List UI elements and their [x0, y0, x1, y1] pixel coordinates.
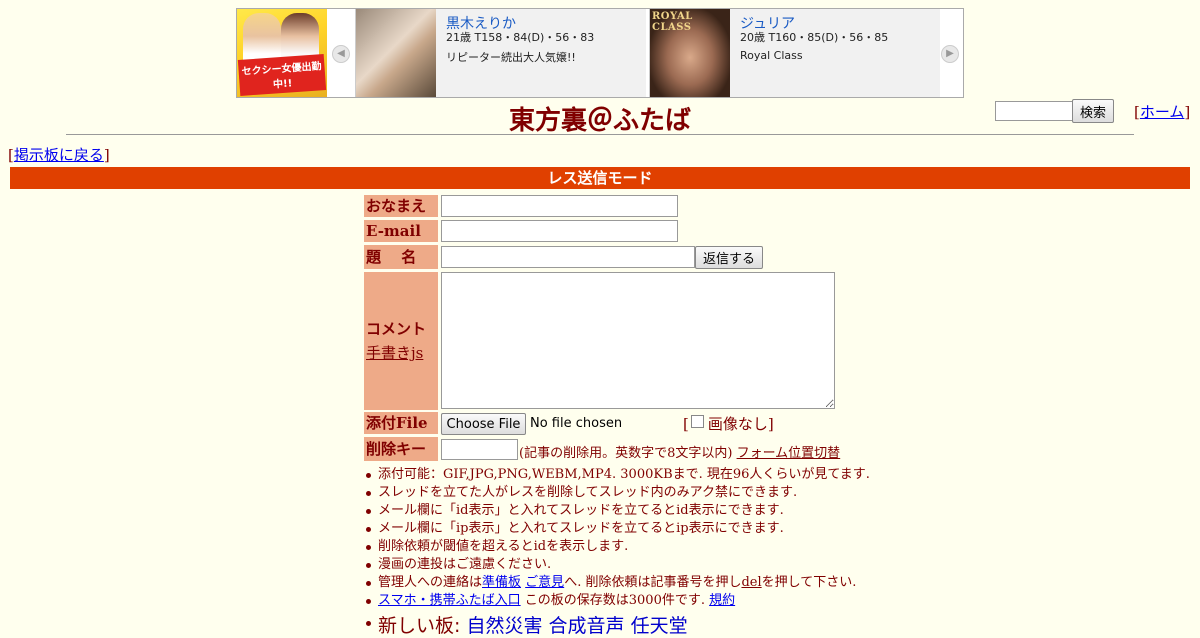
ad-card[interactable]: ROYAL CLASS ジュリア 20歳 T160・85(D)・56・85 Ro… — [649, 9, 940, 97]
mobile-entrance-link[interactable]: スマホ・携帯ふたば入口 — [378, 593, 521, 608]
prep-board-link[interactable]: 準備板 — [482, 575, 521, 590]
bracket: ] — [103, 146, 110, 164]
choose-file-button[interactable]: Choose File — [441, 413, 526, 435]
ad-card[interactable]: 黒木えりか 21歳 T158・84(D)・56・83 リピーター続出大人気嬢!! — [355, 9, 646, 97]
list-item: 削除依頼が閾値を超えるとidを表示します. — [364, 538, 884, 556]
list-item: スレッドを立てた人がレスを削除してスレッド内のみアク禁にできます. — [364, 484, 884, 502]
delete-key-note-wrapper: (記事の削除用。英数字で8文字以内) フォーム位置切替 — [519, 442, 840, 461]
back-to-board-link[interactable]: 掲示板に戻る — [14, 146, 104, 164]
ad-card-catch: リピーター続出大人気嬢!! — [446, 51, 576, 64]
ad-card-stats: 20歳 T160・85(D)・56・85 — [740, 31, 889, 44]
search-button[interactable]: 検索 — [1072, 99, 1114, 123]
chevron-left-icon[interactable]: ◀ — [332, 45, 350, 63]
list-item: スマホ・携帯ふたば入口 この板の保存数は3000件です. 規約 — [364, 592, 884, 610]
list-item: メール欄に「id表示」と入れてスレッドを立てるとid表示にできます. — [364, 502, 884, 520]
ad-card-photo[interactable]: ROYAL CLASS — [650, 9, 730, 97]
ad-promo-image[interactable]: セクシー女優出勤中!! — [237, 9, 327, 97]
new-boards: 新しい板: 自然災害 合成音声 任天堂 — [364, 611, 688, 638]
bracket: ] — [1184, 103, 1191, 121]
file-label: 添付File — [364, 412, 438, 434]
back-link-wrapper: [掲示板に戻る] — [8, 144, 110, 165]
feedback-link[interactable]: ご意見 — [525, 575, 564, 590]
contact-text: へ. 削除依頼は記事番号を押し — [564, 575, 742, 590]
delete-key-note: (記事の削除用。英数字で8文字以内) — [519, 446, 733, 461]
list-item: 漫画の連投はご遠慮ください. — [364, 556, 884, 574]
no-image-option[interactable]: [ 画像なし] — [683, 413, 774, 434]
ad-banner[interactable]: セクシー女優出勤中!! ◀ 黒木えりか 21歳 T158・84(D)・56・83… — [236, 8, 964, 98]
delete-key-field[interactable] — [441, 439, 518, 460]
no-image-label: 画像なし] — [707, 415, 774, 433]
home-link-wrapper: [ホーム] — [1134, 101, 1190, 122]
email-label: E-mail — [364, 220, 438, 242]
comment-textarea[interactable] — [441, 272, 835, 409]
comment-label-cell: コメント 手書きjs — [364, 272, 438, 410]
new-board-link[interactable]: 合成音声 — [549, 615, 625, 637]
new-board-link[interactable]: 自然災害 — [466, 615, 542, 637]
del-link[interactable]: del — [741, 575, 761, 590]
promo-text: セクシー女優出勤中!! — [237, 54, 327, 96]
royal-class-logo: ROYAL CLASS — [652, 11, 693, 33]
delete-key-label: 削除キー — [364, 437, 438, 461]
contact-text: 管理人への連絡は — [378, 575, 483, 590]
ad-card-photo[interactable] — [356, 9, 436, 97]
divider — [66, 134, 1134, 135]
terms-link[interactable]: 規約 — [709, 593, 735, 608]
subject-label: 題 名 — [364, 245, 438, 269]
chevron-right-icon[interactable]: ▶ — [941, 45, 959, 63]
search-input[interactable] — [995, 101, 1077, 121]
list-item: メール欄に「ip表示」と入れてスレッドを立てるとip表示にできます. — [364, 520, 884, 538]
reply-submit-button[interactable]: 返信する — [695, 246, 763, 269]
email-field[interactable] — [441, 220, 678, 242]
list-item: 管理人への連絡は準備板 ご意見へ. 削除依頼は記事番号を押しdelを押して下さい… — [364, 574, 884, 592]
list-item: 添付可能：GIF,JPG,PNG,WEBM,MP4. 3000KBまで. 現在9… — [364, 466, 884, 484]
no-image-checkbox[interactable] — [690, 415, 704, 428]
contact-text: を押して下さい. — [761, 575, 857, 590]
ad-card-stats: 21歳 T158・84(D)・56・83 — [446, 31, 595, 44]
file-status: No file chosen — [530, 416, 623, 431]
home-link[interactable]: ホーム — [1140, 103, 1185, 121]
storage-text: この板の保存数は3000件です. — [520, 593, 710, 608]
name-label: おなまえ — [364, 195, 438, 217]
ad-card-catch: Royal Class — [740, 49, 803, 62]
new-boards-label: 新しい板: — [378, 615, 467, 637]
tegaki-js-link[interactable]: 手書きjs — [366, 342, 438, 363]
bracket: [ — [683, 415, 689, 433]
subject-field[interactable] — [441, 246, 695, 268]
reply-mode-bar: レス送信モード — [10, 167, 1190, 189]
new-board-link[interactable]: 任天堂 — [631, 615, 688, 637]
name-field[interactable] — [441, 195, 678, 217]
rules-list: 添付可能：GIF,JPG,PNG,WEBM,MP4. 3000KBまで. 現在9… — [364, 466, 884, 610]
comment-label: コメント — [366, 320, 427, 338]
form-position-toggle-link[interactable]: フォーム位置切替 — [737, 446, 841, 461]
